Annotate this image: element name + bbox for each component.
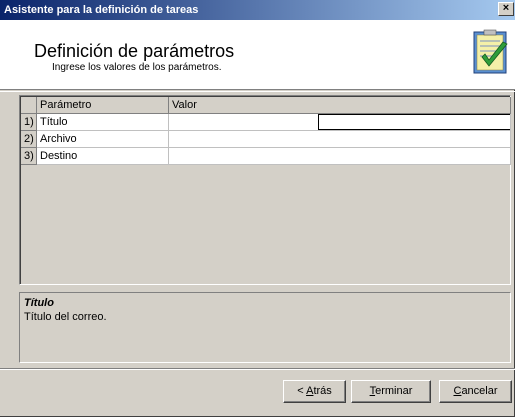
finish-button-label: erminar [375, 385, 413, 397]
header-divider [0, 91, 515, 92]
table-row[interactable]: 2) Archivo [21, 131, 511, 148]
close-icon: × [502, 2, 510, 14]
parameter-value[interactable] [169, 148, 511, 165]
row-index: 2) [21, 131, 37, 148]
column-header-parametro[interactable]: Parámetro [37, 97, 169, 114]
page-title: Definición de parámetros [34, 41, 235, 61]
footer-divider-highlight [0, 369, 515, 370]
close-button[interactable]: × [498, 2, 514, 16]
parameter-value[interactable] [169, 114, 511, 131]
wizard-window: Asistente para la definición de tareas ×… [0, 0, 515, 417]
column-header-valor[interactable]: Valor [169, 97, 511, 114]
finish-button[interactable]: Terminar [351, 380, 431, 403]
row-index: 3) [21, 148, 37, 165]
back-button-prefix: < [297, 385, 307, 397]
checklist-icon [473, 29, 508, 74]
table-row[interactable]: 1) Título [21, 114, 511, 131]
page-subtitle: Ingrese los valores de los parámetros. [52, 62, 222, 73]
parameter-value[interactable] [169, 131, 511, 148]
cancel-button[interactable]: Cancelar [439, 380, 512, 403]
window-title: Asistente para la definición de tareas [4, 4, 199, 16]
parameter-name: Archivo [37, 131, 169, 148]
table-row[interactable]: 3) Destino [21, 148, 511, 165]
back-button-label: trás [313, 385, 332, 397]
parameters-grid[interactable]: Parámetro Valor 1) Título 2) Archivo 3) … [19, 95, 511, 285]
parameter-name: Destino [37, 148, 169, 165]
row-index: 1) [21, 114, 37, 131]
title-bar: Asistente para la definición de tareas × [0, 0, 515, 20]
parameter-name: Título [37, 114, 169, 131]
description-title: Título [24, 297, 54, 309]
parameter-description-panel: Título Título del correo. [19, 292, 511, 363]
back-button[interactable]: < Atrás [283, 380, 346, 403]
wizard-header: Definición de parámetros Ingrese los val… [0, 20, 515, 90]
grid-header-row: Parámetro Valor [21, 97, 511, 114]
column-header-index [21, 97, 37, 114]
value-edit-field[interactable] [318, 114, 510, 130]
cancel-button-label: ancelar [461, 385, 498, 397]
description-text: Título del correo. [24, 311, 107, 323]
